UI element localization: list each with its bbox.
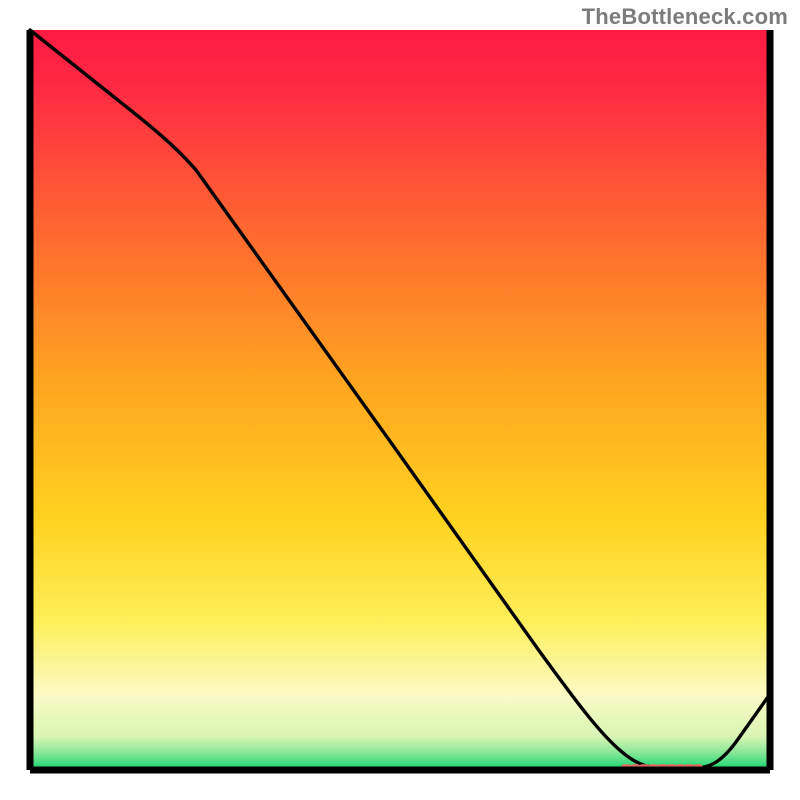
bottleneck-chart bbox=[0, 0, 800, 800]
chart-container: TheBottleneck.com bbox=[0, 0, 800, 800]
watermark-text: TheBottleneck.com bbox=[582, 4, 788, 30]
heat-background bbox=[30, 30, 770, 770]
